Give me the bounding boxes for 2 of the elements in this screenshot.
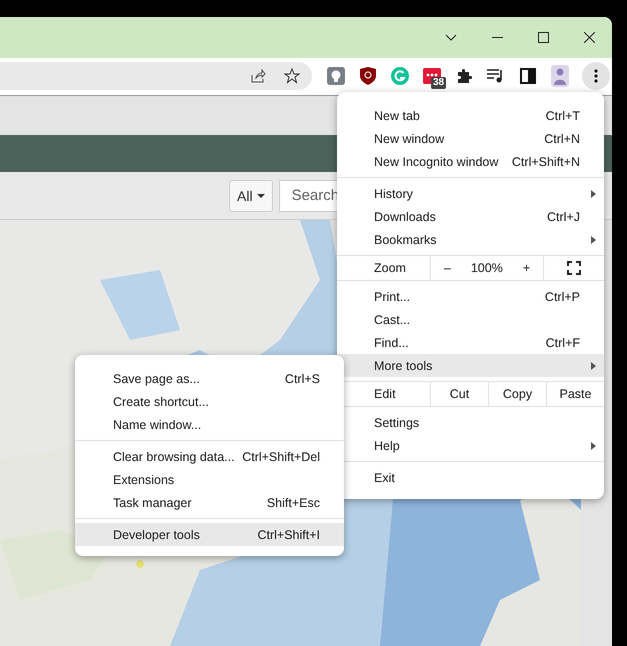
extension-badge: 38: [431, 77, 446, 90]
zoom-value: 100%: [470, 260, 504, 277]
